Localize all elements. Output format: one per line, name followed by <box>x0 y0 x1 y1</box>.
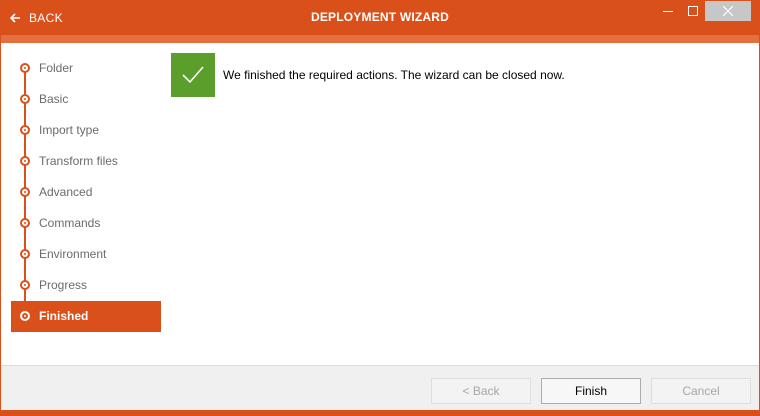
step-advanced[interactable]: Advanced <box>11 177 161 208</box>
wizard-footer: < Back Finish Cancel <box>1 365 759 410</box>
minimize-button[interactable] <box>655 1 681 21</box>
checkmark-icon <box>182 66 204 84</box>
step-commands[interactable]: Commands <box>11 208 161 239</box>
window-title: DEPLOYMENT WIZARD <box>310 10 450 24</box>
step-label: Finished <box>39 309 89 323</box>
step-marker-icon <box>20 280 30 290</box>
back-button[interactable]: < Back <box>431 378 531 404</box>
step-label: Commands <box>39 216 101 230</box>
wizard-steps-sidebar: Folder Basic Import type Transform files… <box>11 53 161 333</box>
step-marker-icon <box>20 125 30 135</box>
step-marker-icon <box>20 156 30 166</box>
step-label: Advanced <box>39 185 93 199</box>
step-label: Import type <box>39 123 100 137</box>
close-icon <box>723 6 733 16</box>
step-marker-icon <box>20 94 30 104</box>
step-finished[interactable]: Finished <box>11 301 161 332</box>
step-transform-files[interactable]: Transform files <box>11 146 161 177</box>
step-environment[interactable]: Environment <box>11 239 161 270</box>
window-bottom-border <box>1 410 759 415</box>
step-label: Folder <box>39 61 74 75</box>
step-progress[interactable]: Progress <box>11 270 161 301</box>
step-label: Progress <box>39 278 88 292</box>
finish-button[interactable]: Finish <box>541 378 641 404</box>
completion-message: We finished the required actions. The wi… <box>223 68 565 82</box>
step-label: Basic <box>39 92 69 106</box>
step-folder[interactable]: Folder <box>11 53 161 84</box>
title-bar: BACK DEPLOYMENT WIZARD <box>1 1 759 35</box>
step-label: Transform files <box>39 154 118 168</box>
minimize-icon <box>663 11 673 12</box>
step-marker-icon <box>20 218 30 228</box>
step-basic[interactable]: Basic <box>11 84 161 115</box>
cancel-button[interactable]: Cancel <box>651 378 751 404</box>
maximize-button[interactable] <box>680 1 706 21</box>
step-marker-icon <box>20 311 30 321</box>
title-bar-accent-strip <box>1 35 759 43</box>
wizard-window: BACK DEPLOYMENT WIZARD Folder Basic Impo… <box>0 0 760 416</box>
result-panel: We finished the required actions. The wi… <box>171 53 751 113</box>
close-button[interactable] <box>705 1 751 21</box>
success-badge <box>171 53 215 97</box>
step-marker-icon <box>20 187 30 197</box>
step-import-type[interactable]: Import type <box>11 115 161 146</box>
step-label: Environment <box>39 247 107 261</box>
step-marker-icon <box>20 249 30 259</box>
maximize-icon <box>688 6 698 16</box>
step-marker-icon <box>20 63 30 73</box>
